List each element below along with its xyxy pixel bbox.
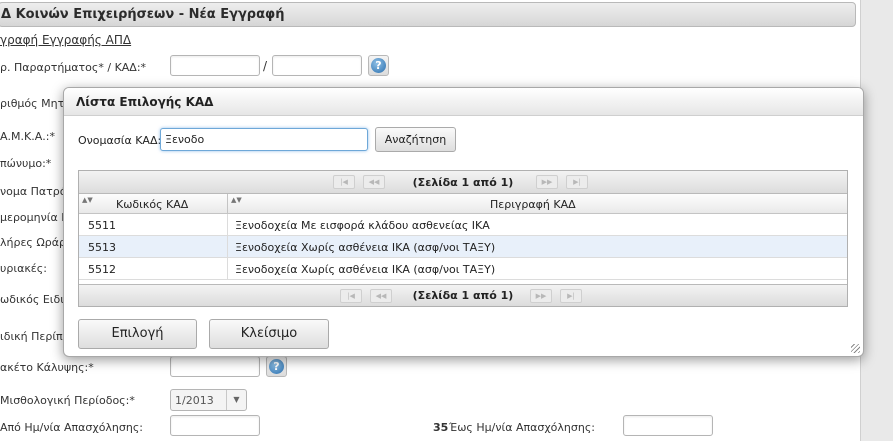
coverage-package-label: ακέτο Κάλυψης:* [0, 361, 94, 374]
pager-top: |◀ ◀◀ (Σελίδα 1 από 1) ▶▶ ▶| [79, 171, 847, 194]
page-info: (Σελίδα 1 από 1) [412, 289, 514, 302]
employment-from-input[interactable] [170, 415, 260, 436]
special-case-label: ιδική Περίπτ [0, 330, 70, 343]
kad-code: 5512 [79, 258, 228, 279]
chevron-down-icon[interactable]: ▼ [226, 390, 246, 410]
column-header-code-label: Κωδικός ΚΑΔ [116, 198, 189, 211]
table-row[interactable]: 5512 Ξενοδοχεία Χωρίς ασθένεια ΙΚΑ (ασφ/… [79, 258, 847, 280]
kad-code: 5511 [79, 214, 228, 235]
kad-description: Ξενοδοχεία Με εισφορά κλάδου ασθενείας Ι… [235, 219, 490, 232]
right-scroll-area [860, 0, 893, 441]
last-page-icon[interactable]: ▶| [566, 175, 588, 189]
prev-page-icon[interactable]: ◀◀ [363, 175, 385, 189]
special-code-label: ωδικός Ειδικ [0, 293, 71, 306]
branch-number-input[interactable] [170, 55, 260, 76]
payroll-period-select[interactable]: 1/2013 ▼ [170, 389, 247, 411]
full-hours-label: λήρες Ωράρ [0, 236, 66, 249]
employment-to-input[interactable] [623, 415, 713, 436]
kad-name-label: Ονομασία ΚΑΔ: [78, 134, 162, 147]
select-button[interactable]: Επιλογή [78, 319, 197, 349]
next-page-icon[interactable]: ▶▶ [530, 289, 552, 303]
registration-link[interactable]: γραφή Εγγραφής ΑΠΔ [0, 33, 131, 47]
kad-description: Ξενοδοχεία Χωρίς ασθένεια ΙΚΑ (ασφ/νοι Τ… [235, 241, 496, 254]
kad-selection-dialog: Λίστα Επιλογής ΚΑΔ Ονομασία ΚΑΔ: Αναζήτη… [63, 87, 864, 357]
help-icon: ? [269, 359, 284, 374]
surname-label: πώνυμο:* [0, 157, 52, 170]
resize-grip-icon[interactable] [851, 344, 860, 353]
close-button[interactable]: Κλείσιμο [209, 319, 329, 349]
employment-to-number: 35 [433, 421, 449, 434]
amka-label: Α.Μ.Κ.Α.:* [0, 130, 55, 143]
registry-number-label: ριθμός Μητρ [0, 97, 72, 110]
dialog-title: Λίστα Επιλογής ΚΑΔ [64, 88, 863, 116]
table-row[interactable]: 5511 Ξενοδοχεία Με εισφορά κλάδου ασθενε… [79, 214, 847, 236]
sort-icon: ▲▼ [82, 196, 93, 204]
page-info: (Σελίδα 1 από 1) [412, 176, 514, 189]
page-header: Δ Κοινών Επιχειρήσεων - Νέα Εγγραφή [0, 2, 856, 27]
column-header-code[interactable]: ▲▼ Κωδικός ΚΑΔ [79, 194, 228, 214]
pager-bottom: |◀ ◀◀ (Σελίδα 1 από 1) ▶▶ ▶| [79, 284, 847, 306]
next-page-icon[interactable]: ▶▶ [536, 175, 558, 189]
sundays-label: υριακές: [0, 262, 47, 275]
kad-description: Ξενοδοχεία Χωρίς ασθένεια ΙΚΑ (ασφ/νοι Τ… [235, 263, 496, 276]
column-header-description[interactable]: ▲▼ Περιγραφή ΚΑΔ [228, 194, 847, 214]
kad-input[interactable] [272, 55, 362, 76]
table-row-selected[interactable]: 5513 Ξενοδοχεία Χωρίς ασθένεια ΙΚΑ (ασφ/… [79, 236, 847, 258]
last-page-icon[interactable]: ▶| [560, 289, 582, 303]
employment-from-label: Από Ημ/νία Απασχόλησης: [0, 421, 144, 434]
kad-code: 5513 [79, 236, 228, 257]
grid-header: ▲▼ Κωδικός ΚΑΔ ▲▼ Περιγραφή ΚΑΔ [79, 194, 847, 214]
coverage-package-input[interactable] [170, 356, 260, 377]
first-page-icon[interactable]: |◀ [333, 175, 355, 189]
sort-icon: ▲▼ [231, 196, 242, 204]
kad-results-grid: |◀ ◀◀ (Σελίδα 1 από 1) ▶▶ ▶| ▲▼ Κωδικός … [78, 170, 848, 307]
page-title: Δ Κοινών Επιχειρήσεων - Νέα Εγγραφή [1, 7, 285, 22]
column-header-description-label: Περιγραφή ΚΑΔ [490, 198, 576, 211]
kad-name-search-input[interactable] [160, 128, 368, 151]
coverage-help-button[interactable]: ? [266, 356, 287, 377]
employment-to-label: Έως Ημ/νία Απασχόλησης: [449, 421, 596, 434]
branch-kad-label: ρ. Παραρτήματος* / ΚΑΔ:* [0, 61, 147, 74]
kad-help-button[interactable]: ? [368, 55, 389, 76]
first-page-icon[interactable]: |◀ [340, 289, 362, 303]
prev-page-icon[interactable]: ◀◀ [370, 289, 392, 303]
father-name-label: νομα Πατρό [0, 185, 67, 198]
payroll-period-label: Μισθολογική Περίοδος:* [0, 394, 135, 407]
search-button[interactable]: Αναζήτηση [375, 127, 456, 152]
help-icon: ? [371, 58, 386, 73]
payroll-period-value: 1/2013 [175, 394, 214, 407]
separator-slash: / [263, 59, 268, 73]
